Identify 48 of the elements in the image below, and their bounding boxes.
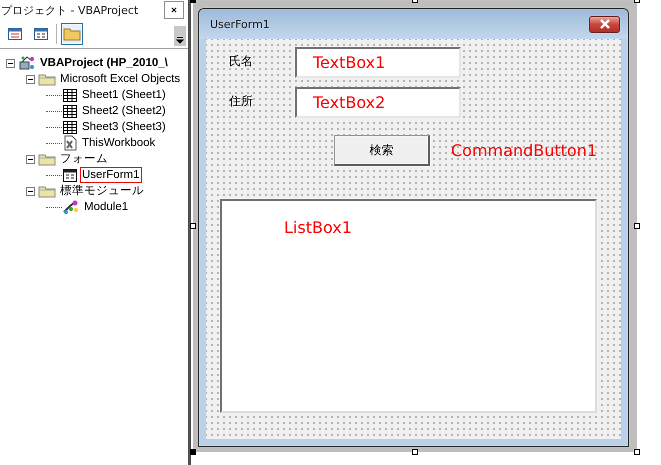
window-title: UserForm1 (210, 18, 270, 30)
close-button[interactable] (164, 1, 184, 19)
code-window-icon (7, 27, 23, 41)
tree-item[interactable]: 標準モジュール (58, 183, 146, 199)
tree-item[interactable]: Microsoft Excel Objects (58, 71, 182, 87)
folder-icon (63, 27, 81, 41)
module-icon (62, 200, 80, 214)
tree-item[interactable]: Module1 (82, 199, 130, 215)
collapse-toggle[interactable] (26, 74, 35, 84)
collapse-toggle[interactable] (6, 58, 15, 68)
tree-item[interactable]: Sheet2 (Sheet2) (80, 103, 168, 119)
close-button[interactable] (589, 16, 620, 32)
tree-item[interactable]: ThisWorkbook (80, 135, 158, 151)
text-box[interactable]: TextBox2 (295, 87, 461, 118)
resize-handle[interactable] (190, 449, 196, 455)
tree-item[interactable]: Sheet3 (Sheet3) (80, 119, 168, 135)
close-icon (598, 19, 612, 29)
form-icon (33, 27, 49, 41)
panel-title: プロジェクト - VBAProject (1, 2, 138, 18)
text-box[interactable]: TextBox1 (295, 47, 461, 78)
list-box[interactable]: ListBox1 (220, 199, 597, 413)
folder-icon (38, 72, 56, 86)
tree-item[interactable]: VBAProject (HP_2010_\ (38, 55, 170, 71)
control-name-label: CommandButton1 (451, 141, 598, 160)
field-label: 住所 (228, 93, 254, 110)
resize-handle[interactable] (412, 449, 418, 455)
collapse-toggle[interactable] (26, 186, 35, 196)
toolbar-overflow-button[interactable] (174, 26, 186, 46)
search-button[interactable]: 検索 (334, 135, 430, 166)
sheet-icon (62, 120, 78, 134)
sheet-icon (62, 88, 78, 102)
tree-item[interactable]: フォーム (58, 151, 110, 167)
tree-item[interactable]: Sheet1 (Sheet1) (80, 87, 168, 103)
workbook-icon (62, 135, 78, 151)
resize-handle[interactable] (634, 449, 640, 455)
dropdown-icon (176, 37, 184, 44)
project-icon (18, 55, 36, 71)
field-label: 氏名 (228, 53, 254, 70)
tree-item[interactable]: UserForm1 (80, 167, 142, 183)
resize-handle[interactable] (190, 223, 196, 229)
collapse-toggle[interactable] (26, 154, 35, 164)
folder-icon (38, 184, 56, 198)
resize-handle[interactable] (634, 223, 640, 229)
toggle-folders-button[interactable] (61, 23, 83, 45)
form-icon (62, 168, 78, 182)
sheet-icon (62, 104, 78, 118)
folder-icon (38, 152, 56, 166)
control-name-label: ListBox1 (284, 218, 352, 237)
